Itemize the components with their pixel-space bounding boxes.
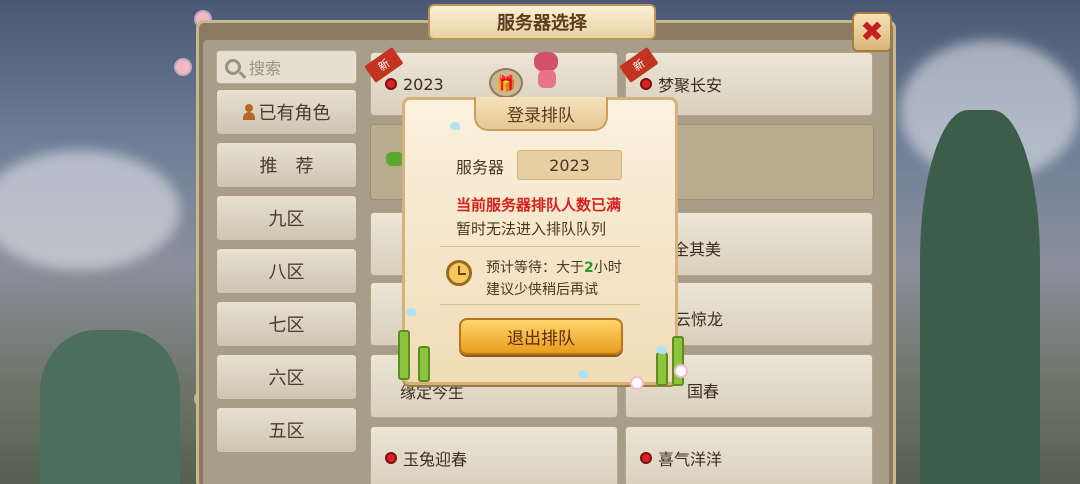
clock-icon — [446, 260, 472, 286]
sidebar-item-label: 五区 — [268, 421, 305, 442]
sidebar-item-label: 推 荐 — [259, 156, 314, 177]
search-icon — [225, 59, 241, 75]
server-name: 玉兔迎春 — [403, 450, 468, 469]
search-placeholder: 搜索 — [249, 59, 282, 78]
dialog-title: 登录排队 — [474, 97, 608, 131]
sidebar-item-label: 八区 — [268, 262, 305, 283]
new-badge: 新 — [364, 46, 404, 83]
server-value: 2023 — [517, 150, 622, 180]
server-label: 服务器 — [456, 158, 505, 177]
sidebar-item-label: 六区 — [268, 368, 305, 389]
wait-number: 2 — [584, 260, 594, 276]
status-dot-icon — [640, 78, 652, 90]
sidebar-item-zone-7[interactable]: 七区 — [216, 301, 357, 347]
wait-suffix: 小时 — [593, 260, 622, 276]
gift-icon[interactable]: 🎁 — [489, 68, 523, 98]
butterfly-icon — [656, 346, 666, 354]
bamboo-decoration-icon — [398, 330, 410, 380]
estimated-wait: 预计等待：大于2小时 — [486, 257, 622, 277]
divider — [440, 246, 640, 247]
server-name: 云惊龙 — [675, 310, 724, 329]
server-name: 全其美 — [673, 240, 722, 259]
sidebar-item-zone-5[interactable]: 五区 — [216, 407, 357, 453]
server-name: 梦聚长安 — [658, 76, 723, 95]
divider — [440, 304, 640, 305]
background-mountain — [40, 330, 180, 484]
sidebar-item-recommended[interactable]: 推 荐 — [216, 142, 357, 188]
sidebar-item-zone-6[interactable]: 六区 — [216, 354, 357, 400]
queue-full-warning: 当前服务器排队人数已满 — [456, 196, 622, 214]
search-input[interactable]: 搜索 — [216, 50, 357, 84]
exit-queue-button[interactable]: 退出排队 — [459, 318, 623, 355]
queue-info: 暂时无法进入排队队列 — [456, 220, 607, 238]
retry-suggestion: 建议少侠稍后再试 — [486, 282, 598, 298]
butterfly-icon — [578, 370, 588, 378]
butterfly-icon — [450, 122, 460, 130]
server-name: 2023 — [403, 74, 444, 94]
status-dot-icon — [640, 452, 652, 464]
flower-icon — [632, 378, 642, 388]
bamboo-decoration-icon — [418, 346, 430, 382]
sidebar-item-my-characters[interactable]: 已有角色 — [216, 89, 357, 135]
server-name: 喜气洋洋 — [658, 450, 723, 469]
butterfly-icon — [406, 308, 416, 316]
server-card[interactable]: 喜气洋洋 — [625, 426, 873, 484]
status-dot-icon — [385, 78, 397, 90]
bamboo-decoration-icon — [672, 336, 684, 386]
server-name: 国春 — [687, 382, 720, 401]
sidebar-item-zone-8[interactable]: 八区 — [216, 248, 357, 294]
sidebar-item-label: 九区 — [268, 209, 305, 230]
sidebar-item-label: 已有角色 — [258, 103, 331, 124]
sidebar-item-label: 七区 — [268, 315, 305, 336]
bamboo-decoration-icon — [656, 352, 668, 386]
wait-prefix: 预计等待：大于 — [486, 260, 584, 276]
cat-mascot-icon — [528, 52, 564, 90]
server-card[interactable]: 玉兔迎春 — [370, 426, 618, 484]
flower-icon — [676, 366, 686, 376]
status-dot-icon — [385, 452, 397, 464]
person-icon — [242, 104, 255, 120]
background-cloud — [0, 150, 180, 270]
new-badge: 新 — [619, 46, 659, 83]
blossom-icon — [176, 60, 190, 74]
window-title: 服务器选择 — [428, 4, 656, 40]
background-mountain — [920, 110, 1040, 484]
sidebar-item-zone-9[interactable]: 九区 — [216, 195, 357, 241]
close-button[interactable]: ✖ — [852, 12, 892, 52]
